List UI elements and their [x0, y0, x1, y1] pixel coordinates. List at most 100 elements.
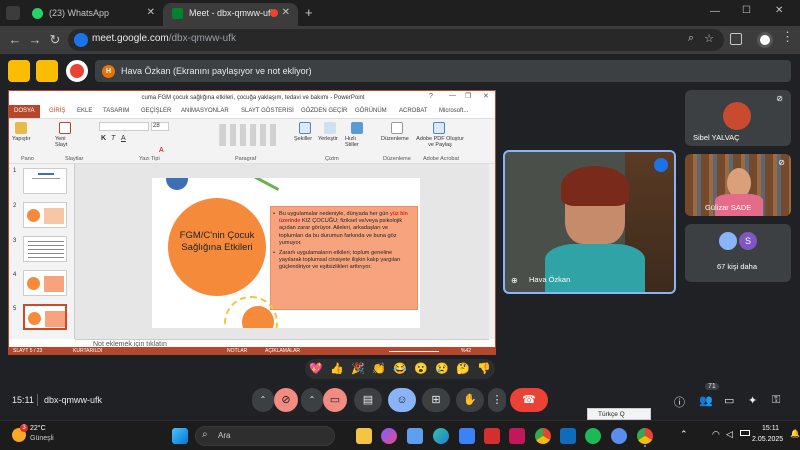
emoji-button[interactable]: ☺: [388, 388, 416, 412]
xmind-icon[interactable]: [509, 428, 525, 444]
start-icon[interactable]: [172, 428, 188, 444]
minimize-icon[interactable]: —: [710, 6, 720, 17]
camera-off-button[interactable]: ▭: [323, 388, 347, 412]
presenter-avatar: H: [102, 65, 115, 78]
share-docs-icon[interactable]: [8, 60, 30, 82]
reaction-surprised[interactable]: 😮: [414, 362, 428, 376]
reload-icon[interactable]: ↻: [46, 31, 64, 49]
participant-tile-sibel[interactable]: ⊘ Sibel YALVAÇ: [685, 90, 791, 146]
mic-options-button[interactable]: ⌃: [252, 388, 274, 412]
captions-button[interactable]: ▤: [354, 388, 382, 412]
reaction-heart[interactable]: 💖: [309, 362, 323, 376]
vertical-scrollbar: [489, 164, 495, 339]
more-participants-tile[interactable]: S 67 kişi daha: [685, 224, 791, 282]
slide-number: 4: [13, 272, 17, 278]
close-icon[interactable]: ✕: [147, 3, 155, 23]
tab-meet[interactable]: Meet - dbx-qmww-ufk ✕: [163, 3, 298, 26]
more-options-button[interactable]: ⋮: [488, 388, 506, 412]
store-icon[interactable]: [459, 428, 475, 444]
chat-icon[interactable]: ▭: [724, 394, 734, 407]
weather-temp: 22°C: [30, 425, 46, 432]
app-icon[interactable]: [611, 428, 627, 444]
reaction-thumbs-down[interactable]: 👎: [477, 362, 491, 376]
reaction-thumbs-up[interactable]: 👍: [330, 362, 344, 376]
ribbon-tab-home: GİRİŞ: [49, 108, 66, 114]
group-paragraph: Paragraf: [235, 156, 257, 162]
pin-icon: ⊕: [511, 276, 518, 285]
participant-tile-presenter[interactable]: Hava Özkan ⊕: [503, 150, 676, 294]
tab-label: Meet - dbx-qmww-ufk: [189, 8, 276, 18]
edge-icon[interactable]: [433, 428, 449, 444]
decor-green-line: [224, 178, 280, 191]
bullet-1: • Bu uygulamalar nedeniyle, dünyada her …: [273, 211, 408, 246]
tab-whatsapp[interactable]: (23) WhatsApp ✕: [23, 3, 163, 26]
reaction-party[interactable]: 🎉: [351, 362, 365, 376]
reaction-sad[interactable]: 😢: [435, 362, 449, 376]
url-text[interactable]: meet.google.com/dbx-qmww-ufk: [92, 33, 236, 44]
arrange-label: Yerleştir: [318, 136, 338, 142]
notification-bell-icon[interactable]: 🔔: [790, 429, 800, 438]
close-window-icon[interactable]: ✕: [775, 5, 783, 16]
present-icon[interactable]: [36, 60, 58, 82]
search-icon[interactable]: ⌕: [688, 32, 694, 45]
paste-label: Yapıştır: [12, 136, 31, 142]
volume-icon[interactable]: ◁: [726, 429, 733, 440]
new-tab-button[interactable]: +: [305, 5, 313, 20]
profile-avatar[interactable]: [757, 32, 773, 48]
decor-green-corner: [244, 198, 247, 201]
record-icon[interactable]: [66, 60, 88, 82]
ribbon-tab-animations: ANİMASYONLAR: [181, 108, 229, 114]
raise-hand-button[interactable]: ✋: [456, 388, 484, 412]
close-icon[interactable]: ✕: [282, 3, 290, 23]
spotify-icon[interactable]: [585, 428, 601, 444]
battery-icon[interactable]: [740, 430, 750, 436]
people-icon[interactable]: 👥: [699, 394, 713, 407]
site-info-icon[interactable]: [74, 33, 88, 47]
chrome-icon[interactable]: [535, 428, 551, 444]
camera-options-button[interactable]: ⌃: [301, 388, 323, 412]
quick-styles-label: Hızlı Stiller: [345, 136, 359, 148]
slide-canvas: FGM/C'nin Çocuk Sağlığına Etkileri • Bu …: [75, 164, 489, 339]
forward-icon[interactable]: →: [26, 31, 44, 49]
underline-icon: A: [121, 135, 126, 142]
file-explorer-icon[interactable]: [356, 428, 372, 444]
tray-chevron-icon[interactable]: ⌃: [680, 429, 688, 440]
more-menu-icon[interactable]: ⋮: [781, 29, 794, 45]
reaction-thinking[interactable]: 🤔: [456, 362, 470, 376]
meet-icon: [172, 8, 183, 19]
clock-date[interactable]: 2.05.2025: [752, 436, 783, 443]
extensions-icon[interactable]: [730, 33, 742, 45]
meeting-code: dbx-qmww-ufk: [44, 395, 103, 405]
network-icon[interactable]: ◠: [712, 429, 720, 440]
search-icon: ⌕: [202, 429, 208, 440]
chrome-active-icon[interactable]: [637, 428, 653, 444]
reaction-clap[interactable]: 👏: [372, 362, 386, 376]
reaction-laugh[interactable]: 😂: [393, 362, 407, 376]
presenter-video-hair: [561, 166, 629, 206]
slide-thumbnails: 1 2 3 4 5: [9, 164, 75, 339]
end-call-button[interactable]: ☎: [510, 388, 548, 412]
present-screen-button[interactable]: ⊞: [422, 388, 450, 412]
group-acrobat: Adobe Acrobat: [423, 156, 460, 162]
clock-time[interactable]: 15:11: [762, 425, 779, 432]
taskbar-search[interactable]: ⌕ Ara: [195, 426, 335, 446]
notes-toggle: NOTLAR: [227, 348, 248, 354]
ribbon: Yapıştır Yeni Slayt 28 K T A A Şekiller …: [9, 118, 495, 164]
acrobat-icon[interactable]: [484, 428, 500, 444]
paragraph-icons: [219, 124, 279, 146]
info-icon[interactable]: ⓘ: [674, 394, 685, 410]
activities-icon[interactable]: ✦: [748, 394, 757, 407]
ribbon-tabs: DOSYA GİRİŞ EKLE TASARIM GEÇİŞLER ANİMAS…: [9, 105, 495, 118]
address-bar[interactable]: meet.google.com/dbx-qmww-ufk ⌕ ☆: [68, 29, 724, 51]
back-icon[interactable]: ←: [6, 31, 24, 49]
bookmark-star-icon[interactable]: ☆: [704, 32, 714, 45]
maximize-icon[interactable]: ☐: [742, 5, 751, 16]
host-controls-icon[interactable]: ⚿: [772, 394, 780, 407]
copilot-icon[interactable]: [381, 428, 397, 444]
mic-off-button[interactable]: ⊘: [274, 388, 298, 412]
participant-tile-gulizar[interactable]: ⊘ Gülizar SADE: [685, 154, 791, 216]
photos-icon[interactable]: [407, 428, 423, 444]
mic-off-icon: ⊘: [778, 158, 785, 167]
outlook-icon[interactable]: [560, 428, 576, 444]
tab-search-button[interactable]: [6, 6, 20, 20]
